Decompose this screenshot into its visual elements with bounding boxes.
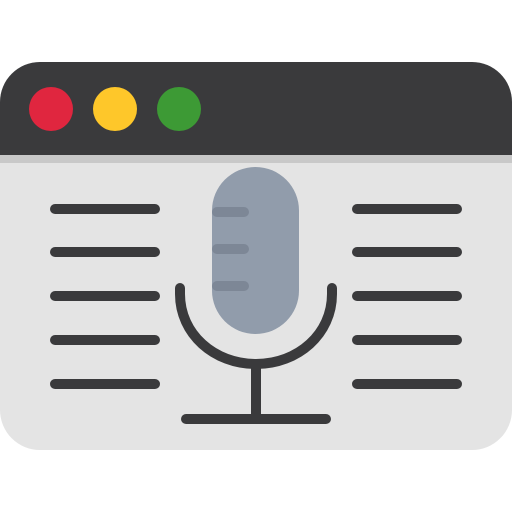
window-content <box>50 167 462 424</box>
right-text-lines-icon <box>352 204 462 389</box>
app-icon-canvas <box>0 0 512 512</box>
left-text-lines-icon <box>50 204 160 389</box>
microphone-icon[interactable] <box>175 167 337 424</box>
browser-window <box>0 62 512 450</box>
